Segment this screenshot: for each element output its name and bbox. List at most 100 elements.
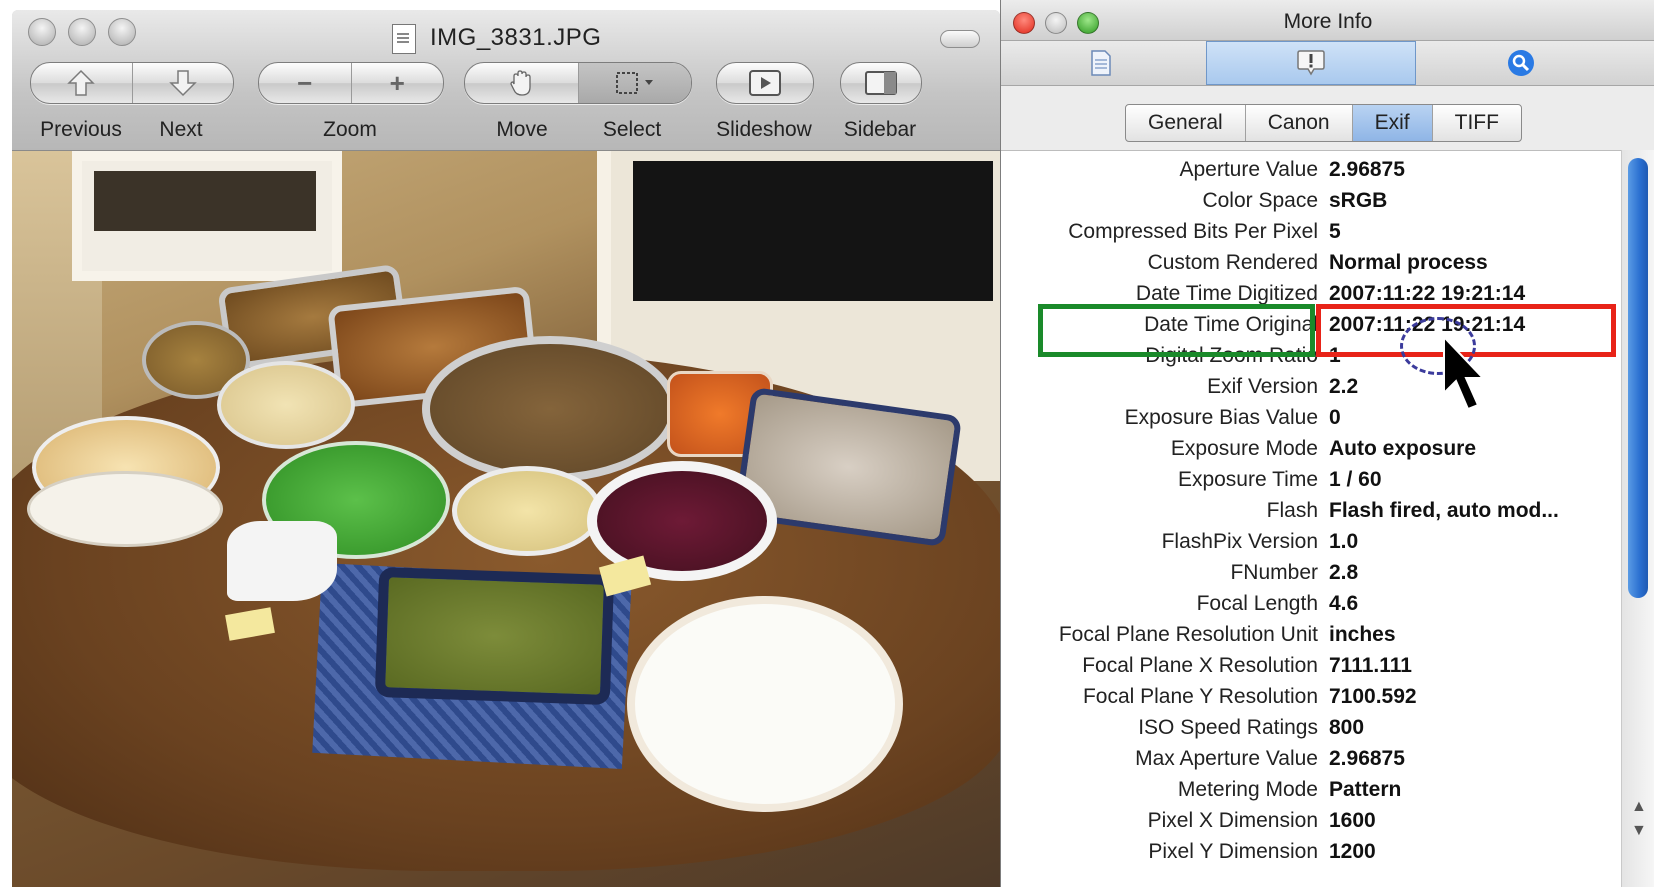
sidebar-icon	[865, 71, 897, 95]
metadata-subtabs: General Canon Exif TIFF	[1125, 104, 1522, 142]
exif-key: Focal Plane Y Resolution	[1082, 685, 1318, 708]
exif-row[interactable]: FNumber 2.8	[1001, 557, 1621, 588]
exif-value: 1.0	[1329, 530, 1359, 553]
zoom-out-button[interactable]: −	[259, 63, 352, 103]
close-window-button[interactable]	[28, 18, 56, 46]
slideshow-button[interactable]	[716, 62, 814, 104]
exif-table: Aperture Value 2.96875 Color Space sRGB Comp…	[1001, 150, 1621, 887]
exif-value: sRGB	[1329, 189, 1388, 212]
sidebar-button[interactable]	[840, 62, 922, 104]
exif-value: 0	[1329, 406, 1341, 429]
info-window-title: More Info	[1283, 10, 1373, 33]
document-icon	[1091, 50, 1111, 76]
scroll-up-arrow-icon[interactable]: ▲	[1631, 798, 1647, 816]
exif-key: Aperture Value	[1179, 158, 1318, 181]
exif-value: Normal process	[1329, 251, 1488, 274]
exif-key: Pixel X Dimension	[1147, 809, 1318, 832]
exif-row[interactable]: Focal Plane X Resolution 7111.111	[1001, 650, 1621, 681]
exif-key: Flash	[1266, 499, 1318, 522]
magnifier-icon	[1508, 50, 1534, 76]
exif-row[interactable]: Exposure Bias Value 0	[1001, 402, 1621, 433]
exif-value: 2.2	[1329, 375, 1359, 398]
info-category-tabs	[1001, 41, 1654, 86]
exif-value: 1 / 60	[1329, 468, 1382, 491]
exif-value: 7100.592	[1329, 685, 1417, 708]
exif-row[interactable]: Focal Plane Y Resolution 7100.592	[1001, 681, 1621, 712]
subtab-exif[interactable]: Exif	[1352, 105, 1433, 141]
exif-row[interactable]: ISO Speed Ratings 800	[1001, 712, 1621, 743]
exif-row[interactable]: Metering Mode Pattern	[1001, 774, 1621, 805]
exif-value: 7111.111	[1329, 654, 1412, 677]
select-tool-button[interactable]	[578, 63, 691, 103]
toolbar-toggle-button[interactable]	[940, 30, 980, 48]
tab-search-info[interactable]	[1421, 41, 1621, 85]
vertical-scrollbar[interactable]: ▲ ▼	[1621, 150, 1654, 887]
exif-row[interactable]: Pixel X Dimension 1600	[1001, 805, 1621, 836]
exif-key: Compressed Bits Per Pixel	[1068, 220, 1318, 243]
slideshow-label: Slideshow	[716, 118, 812, 141]
exif-row[interactable]: FlashPix Version 1.0	[1001, 526, 1621, 557]
info-exclamation-icon	[1297, 50, 1325, 76]
zoom-window-button[interactable]	[108, 18, 136, 46]
next-button[interactable]	[133, 63, 234, 103]
exif-key: FNumber	[1230, 561, 1318, 584]
exif-row[interactable]: Flash Flash fired, auto mod...	[1001, 495, 1621, 526]
exif-row[interactable]: Exposure Time 1 / 60	[1001, 464, 1621, 495]
exif-key: FlashPix Version	[1161, 530, 1318, 553]
previous-label: Previous	[40, 118, 122, 141]
exif-row[interactable]: Aperture Value 2.96875	[1001, 154, 1621, 185]
move-label: Move	[496, 118, 548, 141]
scroll-down-arrow-icon[interactable]: ▼	[1631, 822, 1647, 840]
exif-key: Custom Rendered	[1147, 251, 1318, 274]
tab-general-info[interactable]	[1001, 41, 1201, 85]
subtab-tiff[interactable]: TIFF	[1433, 105, 1521, 141]
exif-key: Exposure Bias Value	[1124, 406, 1318, 429]
exif-key: Focal Length	[1196, 592, 1318, 615]
exif-key: Focal Plane Resolution Unit	[1058, 623, 1318, 646]
plus-icon: +	[389, 67, 405, 98]
move-tool-button[interactable]	[465, 63, 579, 103]
subtab-general[interactable]: General	[1126, 105, 1246, 141]
exif-value: 2.96875	[1329, 158, 1405, 181]
exif-value: 2.8	[1329, 561, 1359, 584]
highlight-key-box	[1038, 304, 1315, 357]
tool-control	[464, 62, 692, 104]
exif-row[interactable]: Compressed Bits Per Pixel 5	[1001, 216, 1621, 247]
exif-value: inches	[1329, 623, 1396, 646]
exif-value: 2.96875	[1329, 747, 1405, 770]
exif-row[interactable]: Focal Length 4.6	[1001, 588, 1621, 619]
exif-value: 5	[1329, 220, 1341, 243]
exif-row[interactable]: Custom Rendered Normal process	[1001, 247, 1621, 278]
arrow-up-icon	[67, 69, 96, 96]
exif-key: Color Space	[1202, 189, 1318, 212]
exif-key: Exif Version	[1207, 375, 1318, 398]
window-title: IMG_3831.JPG	[430, 24, 602, 51]
exif-row[interactable]: Max Aperture Value 2.96875	[1001, 743, 1621, 774]
more-info-window: More Info General Canon Exif TIFF Apertu…	[1000, 0, 1654, 887]
sidebar-seg	[841, 63, 921, 103]
prev-next-control	[30, 62, 234, 104]
sidebar-label: Sidebar	[843, 118, 917, 141]
exif-row[interactable]: Color Space sRGB	[1001, 185, 1621, 216]
exif-key: Max Aperture Value	[1135, 747, 1318, 770]
play-icon	[749, 70, 781, 96]
exif-row[interactable]: Pixel Y Dimension 1200	[1001, 836, 1621, 867]
tab-more-info[interactable]	[1206, 41, 1416, 85]
previous-button[interactable]	[31, 63, 133, 103]
exif-value: 1200	[1329, 840, 1376, 863]
subtab-canon[interactable]: Canon	[1246, 105, 1353, 141]
exif-value: 4.6	[1329, 592, 1359, 615]
preview-titlebar: IMG_3831.JPG Previous Next − + Zoom Move…	[12, 10, 1000, 151]
exif-row[interactable]: Exif Version 2.2	[1001, 371, 1621, 402]
zoom-in-button[interactable]: +	[352, 63, 444, 103]
minimize-window-button[interactable]	[68, 18, 96, 46]
selection-icon	[615, 72, 653, 94]
exif-value: 1600	[1329, 809, 1376, 832]
exif-key: Exposure Mode	[1170, 437, 1318, 460]
exif-key: ISO Speed Ratings	[1138, 716, 1318, 739]
scroll-thumb[interactable]	[1628, 158, 1648, 598]
exif-row[interactable]: Exposure Mode Auto exposure	[1001, 433, 1621, 464]
arrow-down-icon	[168, 70, 197, 97]
exif-row[interactable]: Focal Plane Resolution Unit inches	[1001, 619, 1621, 650]
slideshow-seg	[717, 63, 813, 103]
